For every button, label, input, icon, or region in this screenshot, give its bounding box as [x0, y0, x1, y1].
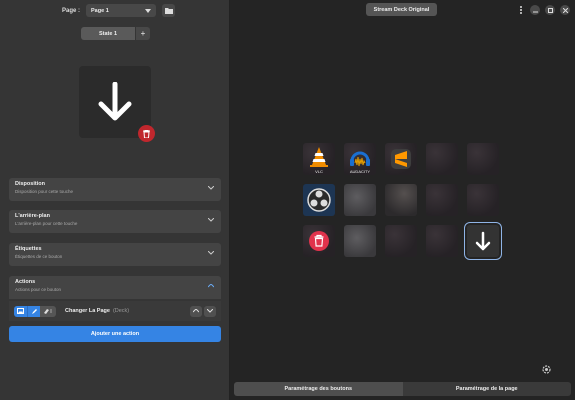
- key-audacity[interactable]: AUDACITY: [344, 143, 376, 175]
- chevron-down-icon: [208, 218, 214, 222]
- key-empty[interactable]: [426, 143, 458, 175]
- tab-button-settings[interactable]: Paramétrage des boutons: [234, 382, 403, 396]
- page-selector-bar: Page : Page 1: [62, 4, 176, 17]
- section-actions[interactable]: Actions Actions pour ce bouton: [9, 276, 221, 299]
- action-name: Changer La Page: [65, 308, 110, 314]
- action-options-button[interactable]: [40, 305, 56, 317]
- key-delete[interactable]: [303, 225, 335, 257]
- page-label: Page :: [62, 7, 81, 14]
- action-row: Changer La Page (Deck): [9, 301, 221, 321]
- chevron-down-icon: [208, 186, 214, 190]
- deck-selector-button[interactable]: Stream Deck Original: [366, 3, 437, 16]
- close-button[interactable]: [560, 5, 570, 15]
- section-subtitle: L'arrière-plan pour cette touche: [15, 221, 78, 226]
- section-title: L'arrière-plan: [15, 213, 50, 219]
- maximize-icon: [547, 7, 553, 13]
- section-title: Disposition: [15, 181, 45, 187]
- image-icon: [17, 308, 24, 314]
- action-mode-toggle: [14, 305, 56, 317]
- caret-down-icon: [145, 8, 152, 13]
- arrow-down-icon: [98, 82, 132, 121]
- folder-button[interactable]: [162, 4, 176, 17]
- minimize-icon: [532, 11, 538, 12]
- key-empty[interactable]: [344, 225, 376, 257]
- key-empty[interactable]: [467, 143, 499, 175]
- key-empty[interactable]: [426, 184, 458, 216]
- chevron-down-icon: [207, 309, 213, 313]
- key-label: VLC: [315, 169, 323, 174]
- window-controls: [517, 5, 570, 15]
- action-reorder: [190, 305, 216, 317]
- trash-icon: [143, 129, 150, 138]
- delete-key-button[interactable]: [138, 125, 155, 142]
- chevron-down-icon: [208, 251, 214, 255]
- deck-key-grid: VLC AUDACITY: [303, 143, 502, 260]
- section-subtitle: Étiquettes de ce bouton: [15, 254, 63, 259]
- add-state-button[interactable]: +: [136, 27, 150, 40]
- page-select-value: Page 1: [91, 7, 109, 14]
- gear-icon: [542, 365, 551, 374]
- settings-button[interactable]: [540, 363, 553, 376]
- key-change-page-selected[interactable]: [464, 222, 502, 260]
- key-settings-panel: Page : Page 1 State 1 + Disposition Disp…: [0, 0, 230, 400]
- menu-icon[interactable]: [517, 5, 525, 15]
- page-select[interactable]: Page 1: [86, 4, 157, 17]
- section-subtitle: Actions pour ce bouton: [15, 287, 62, 292]
- section-title: Actions: [15, 279, 36, 285]
- key-empty[interactable]: [426, 225, 458, 257]
- chevron-up-icon: [208, 284, 214, 288]
- key-empty[interactable]: [467, 184, 499, 216]
- section-title: Étiquettes: [15, 246, 42, 252]
- key-sublime[interactable]: [385, 143, 417, 175]
- maximize-button[interactable]: [545, 5, 555, 15]
- pencil-icon: [31, 308, 37, 314]
- add-action-button[interactable]: Ajouter une action: [9, 326, 221, 342]
- chevron-up-icon: [193, 309, 199, 313]
- section-subtitle: Disposition pour cette touche: [15, 189, 74, 194]
- press-mode-button[interactable]: [14, 305, 27, 317]
- tab-page-settings[interactable]: Paramétrage de la page: [402, 382, 571, 396]
- key-empty[interactable]: [344, 184, 376, 216]
- action-source: (Deck): [112, 308, 130, 314]
- trash-icon: [309, 231, 329, 251]
- settings-tabs: Paramétrage des boutons Paramétrage de l…: [234, 382, 571, 396]
- state-switcher: State 1 +: [81, 27, 150, 40]
- obs-icon: [307, 188, 331, 212]
- key-empty[interactable]: [385, 184, 417, 216]
- minimize-button[interactable]: [530, 5, 540, 15]
- move-up-button[interactable]: [190, 305, 202, 317]
- sublime-text-icon: [391, 149, 411, 169]
- eraser-icon: [44, 308, 52, 314]
- section-disposition[interactable]: Disposition Disposition pour cette touch…: [9, 178, 221, 201]
- key-empty[interactable]: [385, 225, 417, 257]
- key-label: AUDACITY: [349, 169, 371, 174]
- edit-action-button[interactable]: [27, 305, 40, 317]
- key-vlc[interactable]: VLC: [303, 143, 335, 175]
- section-background[interactable]: L'arrière-plan L'arrière-plan pour cette…: [9, 210, 221, 233]
- state-1-button[interactable]: State 1: [81, 27, 135, 40]
- move-down-button[interactable]: [204, 305, 216, 317]
- key-obs[interactable]: [303, 184, 335, 216]
- arrow-down-icon: [475, 231, 491, 251]
- section-labels[interactable]: Étiquettes Étiquettes de ce bouton: [9, 243, 221, 266]
- close-icon: [562, 7, 568, 13]
- folder-icon: [164, 8, 173, 14]
